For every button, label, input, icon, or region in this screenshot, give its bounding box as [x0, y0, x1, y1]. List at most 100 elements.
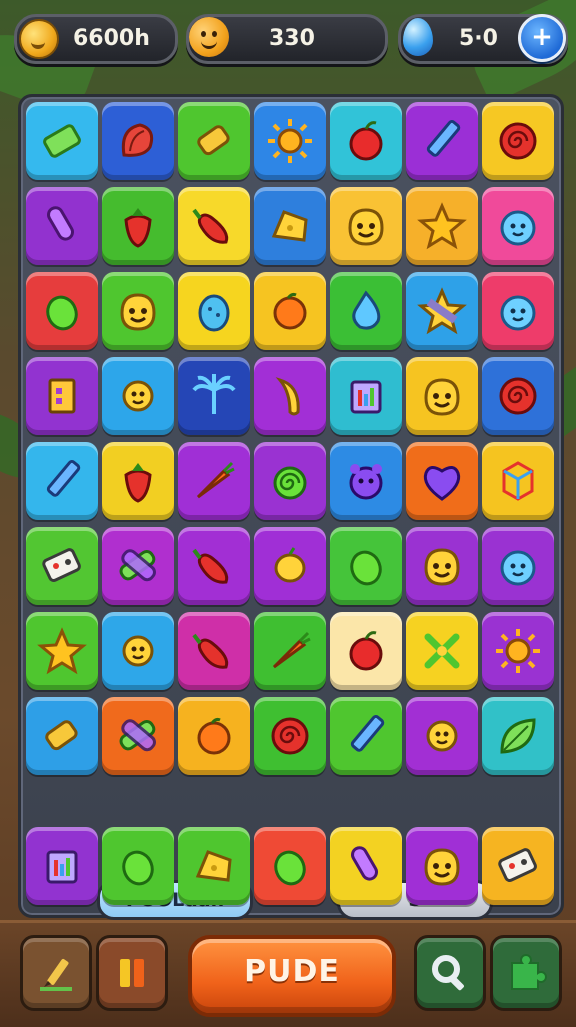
board-tile[interactable] — [482, 272, 554, 350]
pause-button[interactable] — [96, 935, 168, 1011]
board-tile[interactable] — [482, 527, 554, 605]
tray-tile[interactable] — [178, 827, 250, 905]
board-tile[interactable] — [482, 102, 554, 180]
board-tile[interactable] — [178, 527, 250, 605]
orange-icon — [197, 717, 231, 755]
gem-icon — [403, 18, 433, 56]
board-tile[interactable] — [254, 187, 326, 265]
face-icon — [424, 548, 460, 586]
starbadge-icon — [417, 287, 467, 335]
board-tile[interactable] — [406, 272, 478, 350]
board-tile[interactable] — [26, 187, 98, 265]
gem-icon — [43, 124, 81, 158]
board-tile[interactable] — [254, 102, 326, 180]
tray-tile[interactable] — [330, 827, 402, 905]
board-tile[interactable] — [102, 527, 174, 605]
carrot-icon — [272, 631, 311, 669]
popsicle-icon — [47, 206, 74, 241]
box-icon — [48, 378, 76, 414]
board-tile[interactable] — [330, 187, 402, 265]
domino-icon — [42, 548, 81, 583]
board-tile[interactable] — [26, 357, 98, 435]
apple-icon — [349, 631, 383, 671]
board-tile[interactable] — [26, 527, 98, 605]
board-tile[interactable] — [102, 187, 174, 265]
search-button[interactable] — [414, 935, 486, 1011]
board-tile[interactable] — [482, 357, 554, 435]
bandage-icon — [119, 719, 156, 752]
orange-icon — [273, 292, 307, 330]
board-tile[interactable] — [178, 357, 250, 435]
board-tile[interactable] — [482, 442, 554, 520]
board-tile[interactable] — [330, 697, 402, 775]
board-tile[interactable] — [178, 102, 250, 180]
board-tile[interactable] — [102, 272, 174, 350]
board-tile[interactable] — [178, 187, 250, 265]
board-tile[interactable] — [406, 612, 478, 690]
board-tile[interactable] — [26, 102, 98, 180]
coins-counter[interactable]: 6600h — [14, 14, 178, 64]
carrot-icon — [196, 461, 235, 499]
tray-tile[interactable] — [26, 827, 98, 905]
board-tile[interactable] — [406, 442, 478, 520]
board-tile[interactable] — [102, 442, 174, 520]
flower-icon — [426, 720, 458, 752]
board-tile[interactable] — [102, 612, 174, 690]
board-tile[interactable] — [254, 272, 326, 350]
board-tile[interactable] — [330, 612, 402, 690]
board-tile[interactable] — [482, 187, 554, 265]
pencil-icon — [46, 460, 81, 497]
coin-icon — [19, 19, 59, 59]
play-button[interactable]: PUDE — [188, 935, 396, 1017]
board-tile[interactable] — [102, 697, 174, 775]
board-tile[interactable] — [406, 357, 478, 435]
board-tile[interactable] — [178, 612, 250, 690]
pencil-icon — [426, 120, 461, 157]
board-tile[interactable] — [102, 102, 174, 180]
board-tile[interactable] — [330, 442, 402, 520]
tray-tile[interactable] — [482, 827, 554, 905]
board-tile[interactable] — [254, 442, 326, 520]
pepper-icon — [192, 633, 229, 669]
board-tile[interactable] — [26, 697, 98, 775]
face-icon — [348, 208, 384, 246]
flower-icon — [122, 635, 154, 667]
gems-value: 5·0 — [459, 26, 498, 51]
board-tile[interactable] — [482, 612, 554, 690]
lime-icon — [350, 550, 382, 586]
jar-icon — [350, 380, 382, 414]
leaf-icon — [500, 718, 536, 754]
score-value: 330 — [269, 26, 315, 51]
board-tile[interactable] — [330, 272, 402, 350]
board-tile[interactable] — [178, 697, 250, 775]
board-tile[interactable] — [254, 612, 326, 690]
board-tile[interactable] — [482, 697, 554, 775]
board-tile[interactable] — [330, 357, 402, 435]
monster-icon — [349, 464, 383, 500]
board-tile[interactable] — [330, 102, 402, 180]
tray-tile[interactable] — [406, 827, 478, 905]
board-tile[interactable] — [330, 527, 402, 605]
board-tile[interactable] — [254, 527, 326, 605]
add-gems-button[interactable]: + — [518, 14, 566, 62]
board-tile[interactable] — [254, 357, 326, 435]
candy-icon — [45, 720, 78, 751]
board-tile[interactable] — [406, 697, 478, 775]
board-tile[interactable] — [406, 527, 478, 605]
board-tile[interactable] — [26, 272, 98, 350]
board-tile[interactable] — [102, 357, 174, 435]
popsicle-icon — [351, 846, 378, 881]
board-tile[interactable] — [178, 442, 250, 520]
board-tile[interactable] — [406, 102, 478, 180]
board-tile[interactable] — [26, 612, 98, 690]
board-tile[interactable] — [178, 272, 250, 350]
tray-tile[interactable] — [102, 827, 174, 905]
pencil-button[interactable] — [20, 935, 92, 1011]
puzzle-button[interactable] — [490, 935, 562, 1011]
board-tile[interactable] — [254, 697, 326, 775]
face-icon — [120, 293, 156, 331]
tray-tile[interactable] — [254, 827, 326, 905]
plus-icon: + — [531, 22, 553, 52]
board-tile[interactable] — [406, 187, 478, 265]
board-tile[interactable] — [26, 442, 98, 520]
